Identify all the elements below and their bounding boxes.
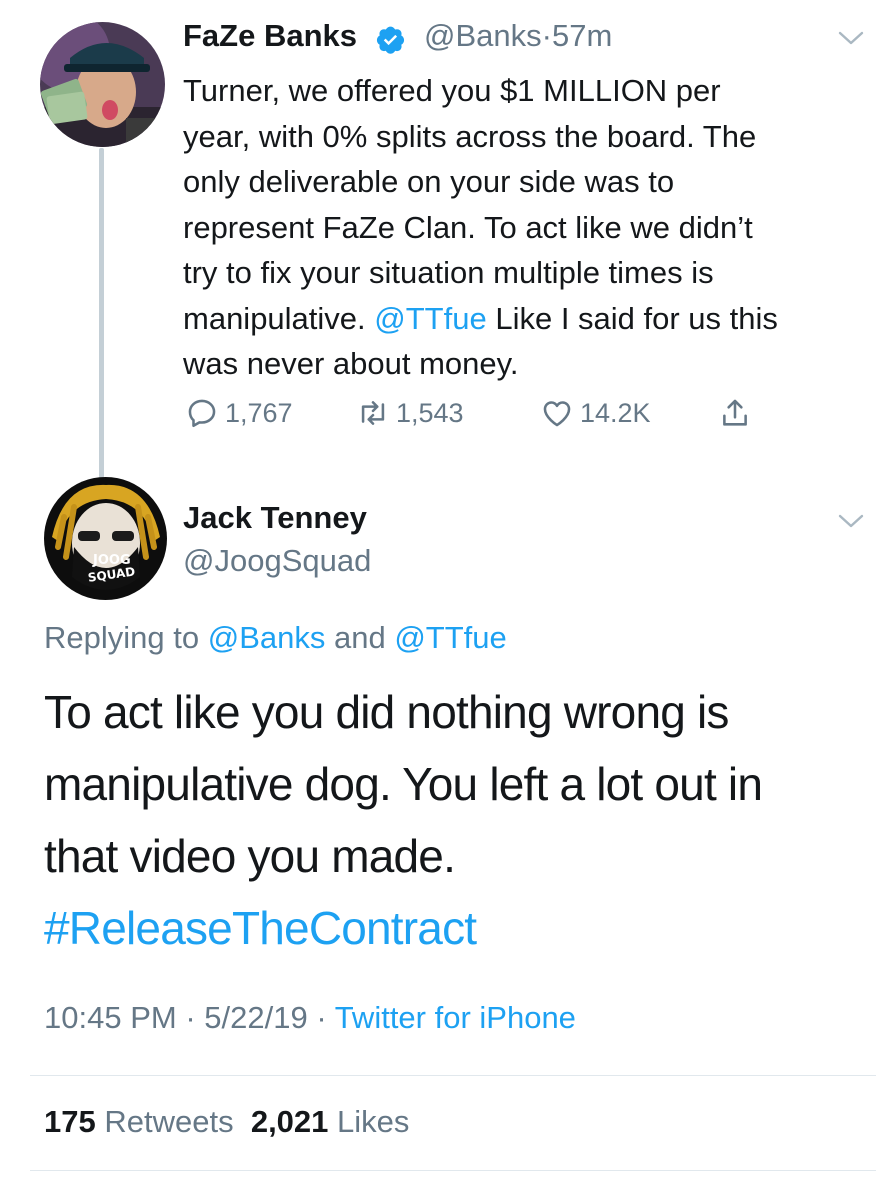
text-line: manipulative dog. You left a lot out in xyxy=(44,758,763,810)
tweet-stats: 175 Retweets 2,021 Likes xyxy=(44,1104,409,1140)
text-segment: manipulative. xyxy=(183,300,375,336)
mention-link-banks[interactable]: @Banks xyxy=(208,620,326,655)
parent-handle[interactable]: @Banks xyxy=(424,18,542,53)
replying-to-line: Replying to @Banks and @TTfue xyxy=(44,620,507,656)
share-icon xyxy=(723,399,747,426)
like-button[interactable]: 14.2K xyxy=(540,394,651,432)
divider xyxy=(30,1075,876,1076)
meta-dot: · xyxy=(307,1000,335,1035)
likes-stat[interactable]: 2,021 Likes xyxy=(251,1104,410,1139)
retweets-stat[interactable]: 175 Retweets xyxy=(44,1104,234,1139)
tweet-time[interactable]: 10:45 PM xyxy=(44,1000,177,1035)
text-line: year, with 0% splits across the board. T… xyxy=(183,118,757,154)
reply-author-name[interactable]: Jack Tenney xyxy=(183,500,367,536)
likes-count: 2,021 xyxy=(250,1104,329,1139)
likes-label: Likes xyxy=(337,1104,410,1139)
text-segment: Like I said for us this xyxy=(486,300,778,336)
meta-dot: · xyxy=(176,1000,205,1035)
thread-connector-line xyxy=(99,148,104,478)
parent-tweet-text: Turner, we offered you $1 MILLION per ye… xyxy=(183,68,883,387)
replying-prefix: Replying to xyxy=(44,620,208,655)
tweet-date[interactable]: 5/22/19 xyxy=(204,1000,307,1035)
retweet-icon xyxy=(361,401,385,425)
joogsquad-avatar[interactable]: JOOG SQUAD xyxy=(44,477,167,600)
chevron-down-icon[interactable] xyxy=(838,30,864,46)
text-line: try to fix your situation multiple times… xyxy=(183,255,714,290)
reply-icon xyxy=(188,399,216,428)
tweet-source-link[interactable]: Twitter for iPhone xyxy=(335,1000,576,1035)
retweet-count: 1,543 xyxy=(396,397,464,428)
chevron-down-icon[interactable] xyxy=(838,513,864,529)
text-line: manipulative. @TTfue Like I said for us … xyxy=(183,296,883,342)
text-line: that video you made. xyxy=(44,830,456,882)
retweets-label: Retweets xyxy=(104,1104,234,1139)
banks-avatar[interactable] xyxy=(40,22,165,147)
text-line: To act like you did nothing wrong is xyxy=(44,686,729,738)
retweets-count: 175 xyxy=(44,1104,96,1139)
retweet-button[interactable]: 1,543 xyxy=(356,394,464,432)
text-line: was never about money. xyxy=(183,346,519,381)
reply-button[interactable]: 1,767 xyxy=(185,394,293,432)
share-button[interactable] xyxy=(718,394,758,432)
parent-author-name[interactable]: FaZe Banks xyxy=(183,18,357,54)
heart-icon xyxy=(543,401,571,427)
handle-separator: · xyxy=(541,18,552,53)
divider xyxy=(30,1170,876,1171)
mention-link[interactable]: @TTfue xyxy=(374,301,486,336)
mention-link-ttfue[interactable]: @TTfue xyxy=(394,620,506,655)
parent-time[interactable]: 57m xyxy=(552,18,612,53)
parent-handle-time: @Banks·57m xyxy=(424,18,612,54)
reply-count: 1,767 xyxy=(225,397,293,428)
text-line: only deliverable on your side was to xyxy=(183,164,675,199)
hashtag-link[interactable]: #ReleaseTheContract xyxy=(44,892,874,964)
reply-handle[interactable]: @JoogSquad xyxy=(183,543,371,579)
tweet-meta: 10:45 PM · 5/22/19 · Twitter for iPhone xyxy=(44,1000,576,1036)
replying-joiner: and xyxy=(325,620,395,655)
reply-tweet-text: To act like you did nothing wrong is man… xyxy=(44,676,874,964)
verified-badge-icon xyxy=(376,26,405,54)
text-line: Turner, we offered you $1 MILLION per xyxy=(183,73,721,108)
text-line: represent FaZe Clan. To act like we didn… xyxy=(183,209,753,245)
like-count: 14.2K xyxy=(580,397,651,428)
